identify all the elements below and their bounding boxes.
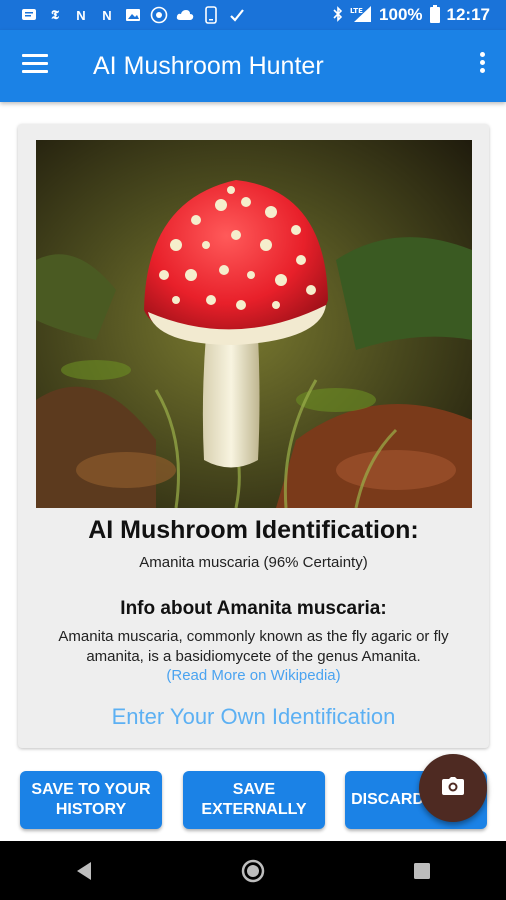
enter-own-identification-link[interactable]: Enter Your Own Identification	[18, 704, 489, 730]
recent-apps-icon[interactable]	[402, 851, 442, 891]
cloud-icon	[176, 6, 194, 24]
save-to-history-label: SAVE TO YOUR HISTORY	[31, 781, 151, 818]
save-to-history-button[interactable]: SAVE TO YOUR HISTORY	[20, 771, 162, 829]
mushroom-photo	[36, 140, 472, 508]
status-bar: 𝕿 N N LTE 100% 12:17	[0, 0, 506, 30]
info-description: Amanita muscaria, commonly known as the …	[58, 628, 449, 665]
clock: 12:17	[446, 5, 490, 24]
camera-icon	[442, 776, 464, 800]
battery-icon	[429, 4, 440, 26]
save-externally-label: SAVE EXTERNALLY	[201, 781, 307, 818]
info-title: Info about Amanita muscaria:	[120, 598, 387, 619]
camera-fab-button[interactable]	[419, 754, 487, 822]
menu-icon[interactable]	[22, 54, 48, 76]
more-options-icon[interactable]	[478, 52, 486, 78]
svg-text:LTE: LTE	[350, 7, 363, 15]
back-icon[interactable]	[64, 851, 104, 891]
bluetooth-icon	[333, 5, 343, 25]
n-icon: N	[76, 7, 86, 23]
message-icon	[20, 6, 38, 24]
identification-title: AI Mushroom Identification:	[88, 516, 419, 544]
save-externally-button[interactable]: SAVE EXTERNALLY	[183, 771, 325, 829]
app-title: AI Mushroom Hunter	[93, 52, 324, 80]
app-bar: AI Mushroom Hunter	[0, 30, 506, 102]
badge-icon	[150, 6, 168, 24]
identification-card: AI Mushroom Identification: Amanita musc…	[18, 124, 489, 748]
identification-result: Amanita muscaria (96% Certainty)	[139, 554, 368, 571]
phone-icon	[202, 6, 220, 24]
lte-icon: LTE	[350, 5, 372, 26]
system-navigation-bar	[0, 841, 506, 900]
news-icon: 𝕿	[51, 7, 59, 22]
home-icon[interactable]	[233, 851, 273, 891]
battery-percent: 100%	[379, 5, 423, 24]
n-icon: N	[102, 7, 112, 23]
check-icon	[228, 6, 246, 24]
notification-icons: 𝕿 N N	[0, 6, 246, 24]
wikipedia-link[interactable]: (Read More on Wikipedia)	[18, 667, 489, 684]
image-icon	[124, 6, 142, 24]
system-status: LTE 100% 12:17	[333, 4, 506, 26]
